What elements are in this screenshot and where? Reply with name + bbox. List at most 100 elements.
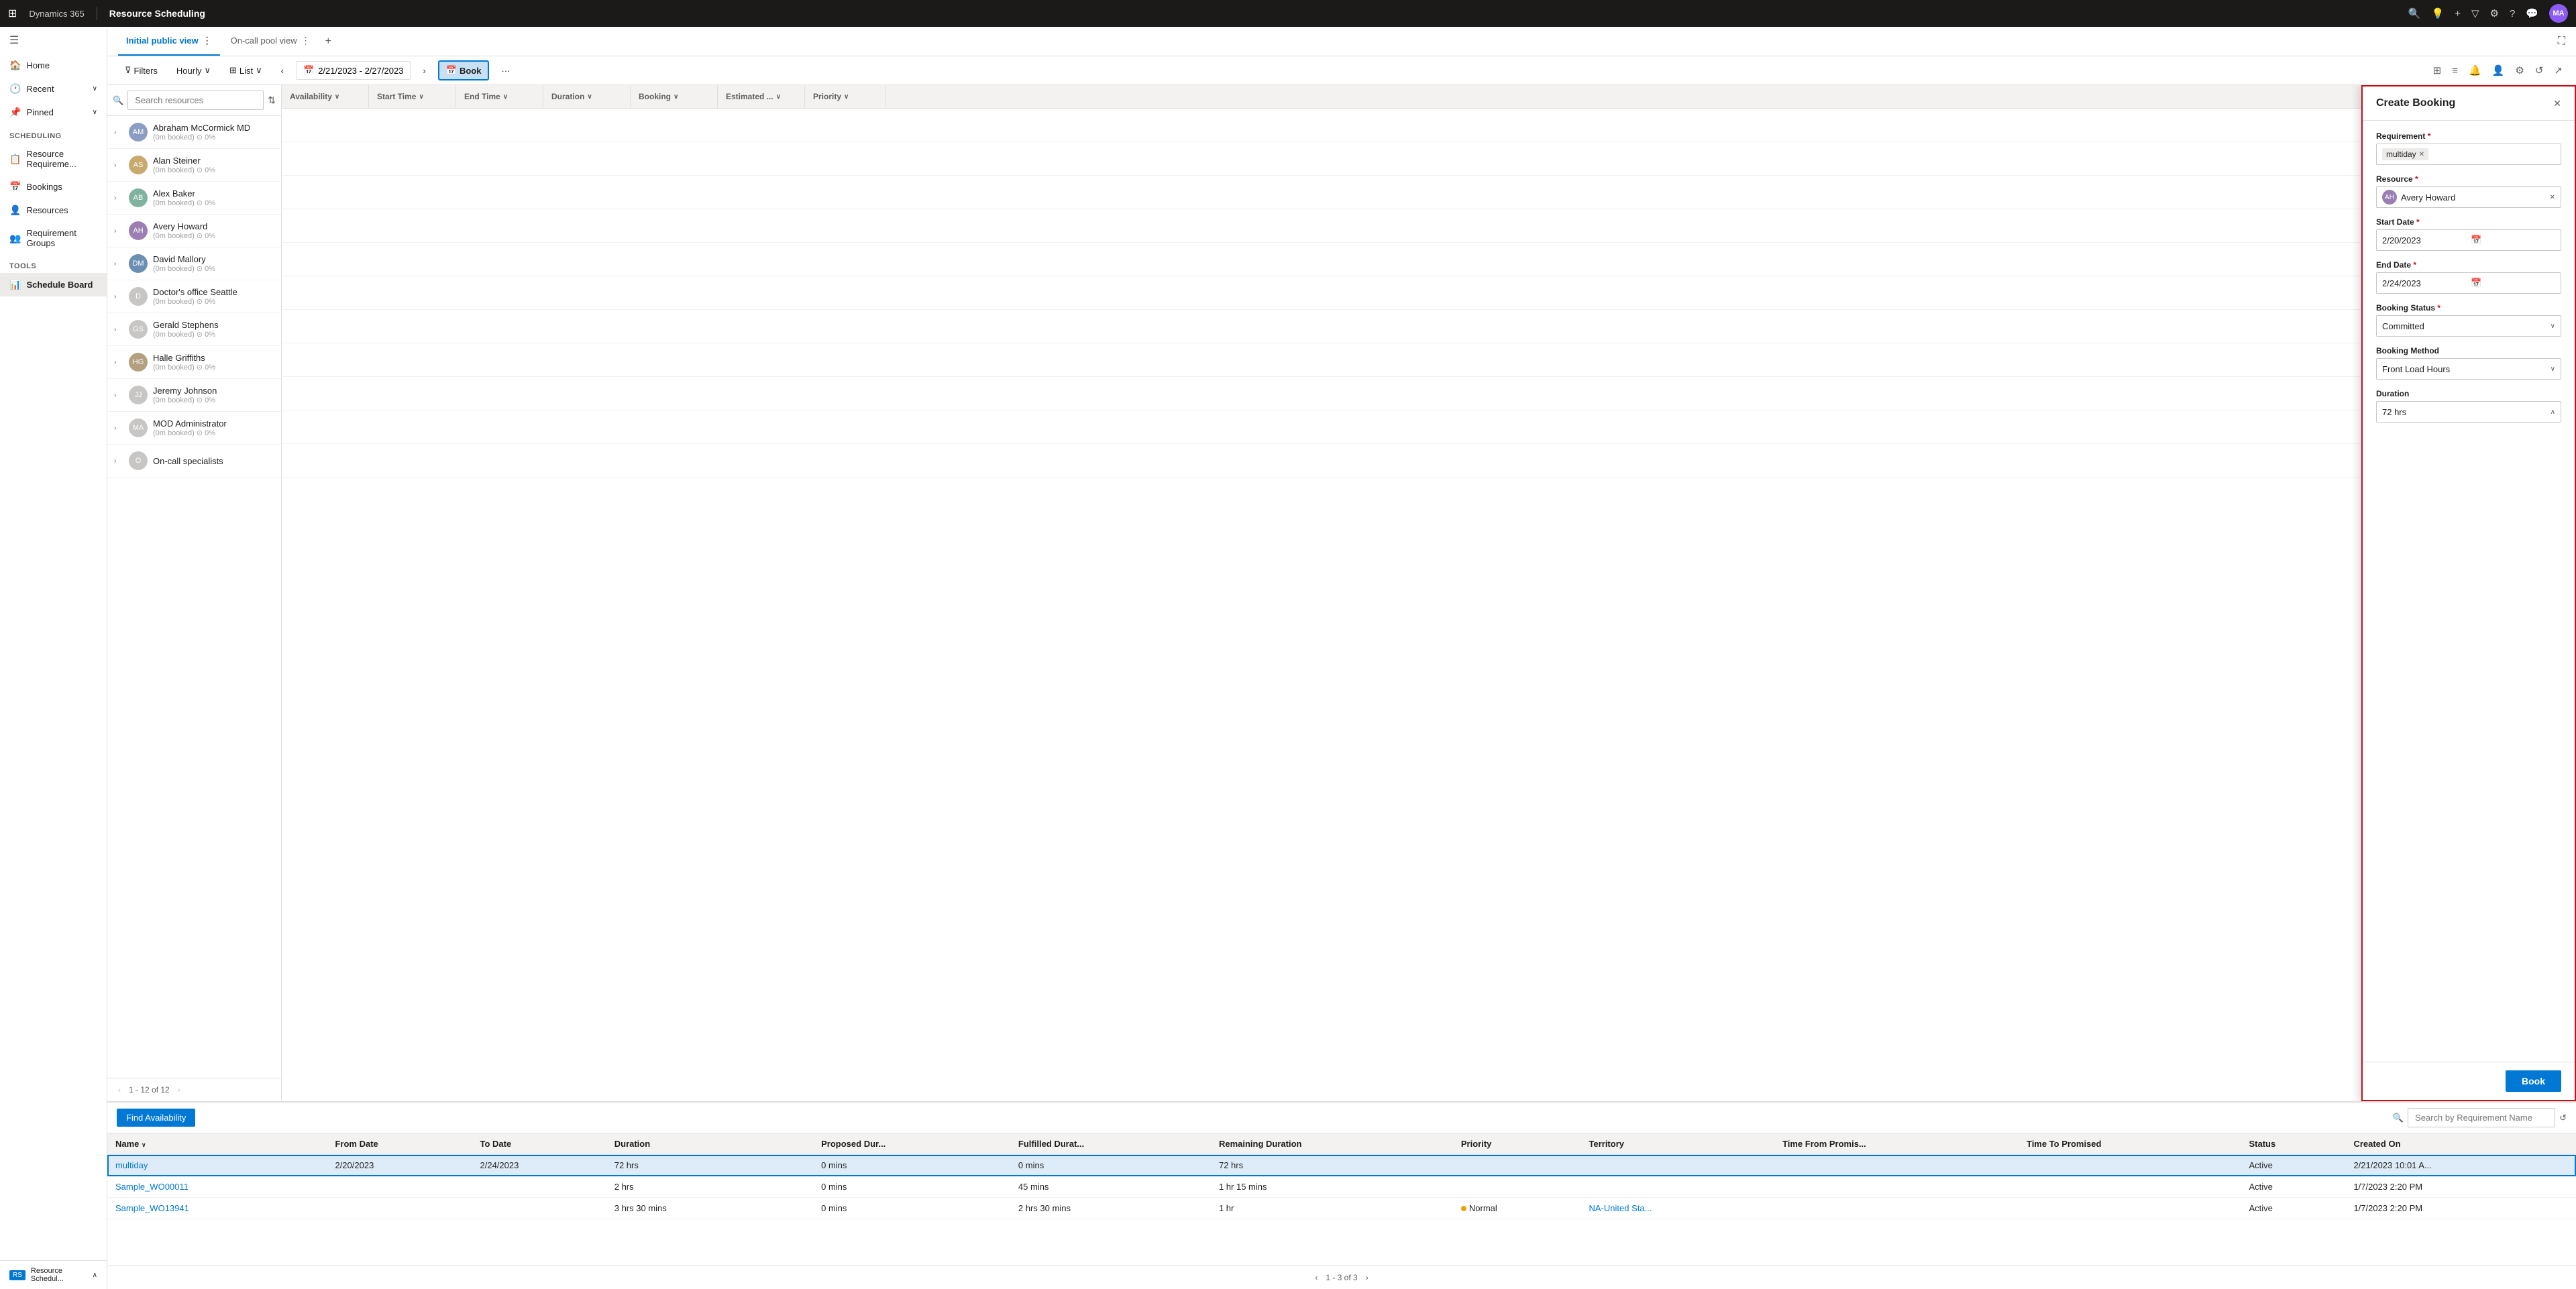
th-priority[interactable]: Priority xyxy=(1453,1133,1581,1155)
end-date-input[interactable]: 2/24/2023 📅 xyxy=(2376,272,2561,294)
th-name[interactable]: Name ∨ xyxy=(107,1133,327,1155)
requirement-input[interactable]: multiday ✕ xyxy=(2376,144,2561,165)
th-fulfilled-dur[interactable]: Fulfilled Durat... xyxy=(1010,1133,1211,1155)
book-submit-button[interactable]: Book xyxy=(2506,1070,2561,1092)
col-header-availability[interactable]: Availability ∨ xyxy=(282,85,369,108)
resource-row[interactable]: › DM David Mallory (0m booked) ⊙ 0% xyxy=(107,247,281,280)
th-time-from[interactable]: Time From Promis... xyxy=(1774,1133,2019,1155)
sidebar-item-bookings[interactable]: 📅 Bookings xyxy=(0,175,107,199)
col-header-end-time[interactable]: End Time ∨ xyxy=(456,85,543,108)
start-date-input[interactable]: 2/20/2023 📅 xyxy=(2376,229,2561,251)
sidebar-item-pinned[interactable]: 📌 Pinned ∨ xyxy=(0,101,107,124)
th-to-date[interactable]: To Date xyxy=(472,1133,606,1155)
resource-expand-icon[interactable]: › xyxy=(114,392,123,399)
filters-button[interactable]: ⊽ Filters xyxy=(118,62,164,79)
resource-row[interactable]: › MA MOD Administrator (0m booked) ⊙ 0% xyxy=(107,412,281,445)
resource-input[interactable]: AH Avery Howard ✕ xyxy=(2376,186,2561,208)
th-created-on[interactable]: Created On xyxy=(2345,1133,2576,1155)
resource-expand-icon[interactable]: › xyxy=(114,194,123,202)
th-from-date[interactable]: From Date xyxy=(327,1133,472,1155)
row-name-link[interactable]: multiday xyxy=(115,1160,148,1170)
resource-expand-icon[interactable]: › xyxy=(114,359,123,366)
resource-row[interactable]: › D Doctor's office Seattle (0m booked) … xyxy=(107,280,281,313)
more-options-button[interactable]: ··· xyxy=(494,62,517,79)
end-date-calendar-icon[interactable]: 📅 xyxy=(2471,278,2555,288)
fullscreen-icon[interactable]: ⛶ xyxy=(2558,36,2565,48)
expand-icon[interactable]: ↗ xyxy=(2551,62,2565,79)
tab-on-call-pool[interactable]: On-call pool view ⋮ xyxy=(223,27,319,56)
sidebar-item-resources[interactable]: 👤 Resources xyxy=(0,199,107,222)
tab-initial-public[interactable]: Initial public view ⋮ xyxy=(118,27,220,56)
search-icon[interactable]: 🔍 xyxy=(2408,7,2421,19)
col-header-start-time[interactable]: Start Time ∨ xyxy=(369,85,456,108)
filter-icon[interactable]: ▽ xyxy=(2471,7,2479,19)
resource-expand-icon[interactable]: › xyxy=(114,162,123,169)
requirement-tag-remove[interactable]: ✕ xyxy=(2419,151,2424,158)
book-button[interactable]: 📅 Book xyxy=(438,60,490,80)
resource-tag-remove[interactable]: ✕ xyxy=(2550,194,2555,201)
resource-next-page[interactable]: › xyxy=(175,1084,183,1096)
resource-search-input[interactable] xyxy=(127,91,264,110)
add-icon[interactable]: + xyxy=(2455,8,2461,19)
table-row[interactable]: Sample_WO13941 3 hrs 30 mins 0 mins 2 hr… xyxy=(107,1198,2576,1219)
th-time-to[interactable]: Time To Promised xyxy=(2019,1133,2241,1155)
booking-panel-close-button[interactable]: ✕ xyxy=(2553,98,2561,109)
table-row[interactable]: Sample_WO00011 2 hrs 0 mins 45 mins 1 hr… xyxy=(107,1176,2576,1198)
user-avatar[interactable]: MA xyxy=(2549,4,2568,23)
resource-sort-icon[interactable]: ⇅ xyxy=(268,95,276,106)
booking-method-select[interactable]: Front Load Hours ∨ xyxy=(2376,358,2561,380)
lightbulb-icon[interactable]: 💡 xyxy=(2432,7,2445,19)
bottom-search-input[interactable] xyxy=(2408,1108,2555,1127)
row-name-link[interactable]: Sample_WO13941 xyxy=(115,1203,189,1213)
resource-row[interactable]: › O On-call specialists xyxy=(107,445,281,478)
person-icon[interactable]: 👤 xyxy=(2489,62,2508,79)
resource-expand-icon[interactable]: › xyxy=(114,129,123,136)
table-row[interactable]: multiday 2/20/2023 2/24/2023 72 hrs 0 mi… xyxy=(107,1155,2576,1176)
resource-row[interactable]: › GS Gerald Stephens (0m booked) ⊙ 0% xyxy=(107,313,281,346)
sidebar-item-schedule-board[interactable]: 📊 Schedule Board xyxy=(0,273,107,296)
waffle-icon[interactable]: ⊞ xyxy=(8,7,17,20)
tab-on-call-menu[interactable]: ⋮ xyxy=(301,35,311,46)
help-icon[interactable]: ? xyxy=(2510,8,2515,19)
next-date-button[interactable]: › xyxy=(416,62,432,79)
resource-row[interactable]: › AM Abraham McCormick MD (0m booked) ⊙ … xyxy=(107,116,281,149)
booking-status-select[interactable]: Committed ∨ xyxy=(2376,315,2561,337)
list-view-icon[interactable]: ≡ xyxy=(2449,62,2461,79)
resource-expand-icon[interactable]: › xyxy=(114,425,123,432)
row-name-link[interactable]: Sample_WO00011 xyxy=(115,1182,189,1192)
resource-expand-icon[interactable]: › xyxy=(114,260,123,268)
refresh-icon[interactable]: ↺ xyxy=(2532,62,2546,79)
th-territory[interactable]: Territory xyxy=(1581,1133,1775,1155)
col-header-estimated[interactable]: Estimated ... ∨ xyxy=(718,85,805,108)
col-header-booking[interactable]: Booking ∨ xyxy=(631,85,718,108)
hourly-button[interactable]: Hourly ∨ xyxy=(170,62,217,79)
resource-expand-icon[interactable]: › xyxy=(114,457,123,465)
bottom-refresh-icon[interactable]: ↺ xyxy=(2559,1113,2567,1123)
bottom-next-page[interactable]: › xyxy=(1363,1272,1371,1284)
notify-icon[interactable]: 🔔 xyxy=(2466,62,2484,79)
th-remaining[interactable]: Remaining Duration xyxy=(1211,1133,1453,1155)
start-date-calendar-icon[interactable]: 📅 xyxy=(2471,235,2555,245)
tab-initial-public-menu[interactable]: ⋮ xyxy=(203,35,212,46)
date-range-button[interactable]: 📅 2/21/2023 - 2/27/2023 xyxy=(296,61,411,80)
resource-row[interactable]: › AH Avery Howard (0m booked) ⊙ 0% xyxy=(107,215,281,247)
resource-row[interactable]: › AS Alan Steiner (0m booked) ⊙ 0% xyxy=(107,149,281,182)
th-status[interactable]: Status xyxy=(2241,1133,2346,1155)
settings-icon[interactable]: ⚙ xyxy=(2490,7,2499,19)
sidebar-item-resource-req[interactable]: 📋 Resource Requireme... xyxy=(0,143,107,175)
col-header-priority[interactable]: Priority ∨ xyxy=(805,85,885,108)
th-duration[interactable]: Duration xyxy=(606,1133,774,1155)
sidebar-bottom-item[interactable]: RS Resource Schedul... ∧ xyxy=(0,1260,107,1289)
add-tab-button[interactable]: + xyxy=(321,36,335,48)
grid-view-icon[interactable]: ⊞ xyxy=(2430,62,2445,79)
hamburger-icon[interactable]: ☰ xyxy=(0,27,107,54)
settings-toolbar-icon[interactable]: ⚙ xyxy=(2512,62,2526,79)
chat-icon[interactable]: 💬 xyxy=(2526,7,2538,19)
resource-row[interactable]: › HG Halle Griffiths (0m booked) ⊙ 0% xyxy=(107,346,281,379)
th-proposed-dur[interactable]: Proposed Dur... xyxy=(813,1133,1010,1155)
list-button[interactable]: ⊞ List ∨ xyxy=(223,62,269,79)
resource-expand-icon[interactable]: › xyxy=(114,326,123,333)
duration-select[interactable]: 72 hrs ∧ xyxy=(2376,401,2561,423)
resource-expand-icon[interactable]: › xyxy=(114,293,123,300)
resource-row[interactable]: › JJ Jeremy Johnson (0m booked) ⊙ 0% xyxy=(107,379,281,412)
